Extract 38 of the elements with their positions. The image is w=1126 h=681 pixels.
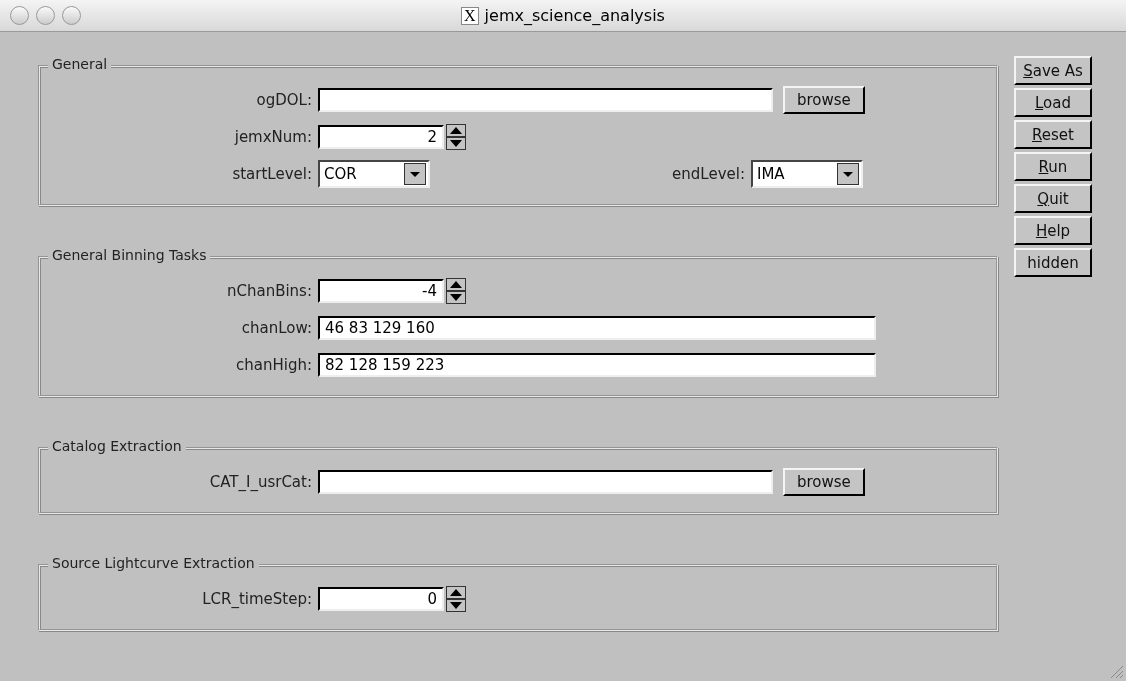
- field-label: ogDOL:: [255, 90, 313, 109]
- group-title: General Binning Tasks: [48, 247, 211, 263]
- dropdown[interactable]: IMA: [751, 159, 863, 188]
- field-label: startLevel:: [231, 164, 313, 183]
- input-field[interactable]: 82 128 159 223: [318, 352, 876, 377]
- spinner-field[interactable]: -4: [318, 278, 444, 303]
- caret-icon: [837, 162, 859, 185]
- window-title: jemx_science_analysis: [484, 6, 665, 25]
- action-button[interactable]: Help: [1014, 216, 1092, 245]
- field-label: CAT_I_usrCat:: [208, 472, 313, 491]
- field-label: nChanBins:: [225, 281, 313, 300]
- dropdown[interactable]: COR: [318, 159, 430, 188]
- field-label: jemxNum:: [233, 127, 313, 146]
- field-label: chanHigh:: [235, 355, 313, 374]
- input-field[interactable]: [318, 469, 773, 494]
- action-button[interactable]: Load: [1014, 88, 1092, 117]
- group-title: General: [48, 56, 112, 72]
- spinner-field[interactable]: 0: [318, 586, 444, 611]
- spinner-arrows-icon[interactable]: [446, 123, 466, 150]
- browse-button[interactable]: browse: [783, 467, 865, 496]
- field-label: chanLow:: [240, 318, 313, 337]
- x11-icon: X: [461, 6, 479, 25]
- input-field[interactable]: [318, 87, 773, 112]
- field-label: LCR_timeStep:: [201, 589, 313, 608]
- action-button[interactable]: hidden: [1014, 248, 1092, 277]
- spinner-arrows-icon[interactable]: [446, 585, 466, 612]
- spinner-arrows-icon[interactable]: [446, 277, 466, 304]
- action-button[interactable]: Quit: [1014, 184, 1092, 213]
- browse-button[interactable]: browse: [783, 85, 865, 114]
- input-field[interactable]: 46 83 129 160: [318, 315, 876, 340]
- action-button[interactable]: Run: [1014, 152, 1092, 181]
- group-title: Source Lightcurve Extraction: [48, 555, 259, 571]
- group-title: Catalog Extraction: [48, 438, 186, 454]
- spinner-field[interactable]: 2: [318, 124, 444, 149]
- action-button[interactable]: Save As: [1014, 56, 1092, 85]
- caret-icon: [404, 162, 426, 185]
- action-button[interactable]: Reset: [1014, 120, 1092, 149]
- field-label: endLevel:: [672, 164, 746, 183]
